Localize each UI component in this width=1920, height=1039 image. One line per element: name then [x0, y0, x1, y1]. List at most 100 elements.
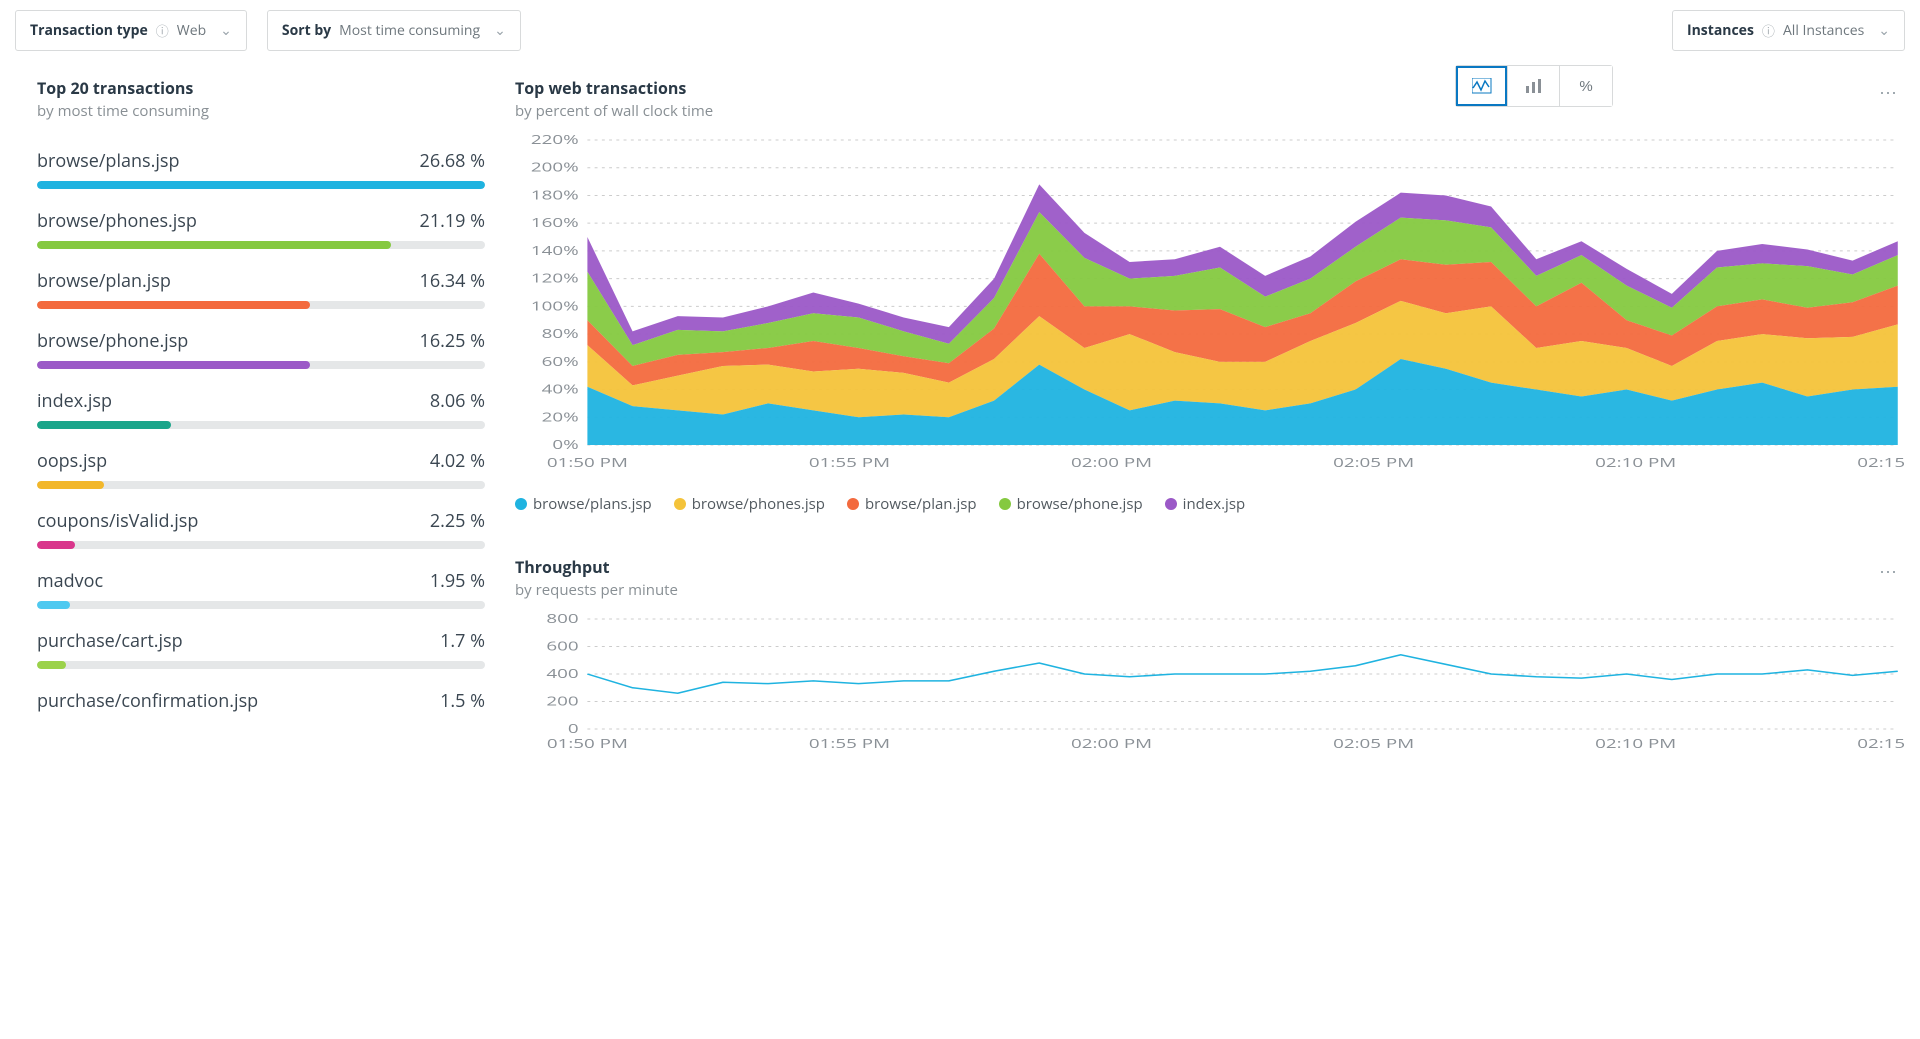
legend-item[interactable]: browse/phone.jsp — [999, 494, 1143, 514]
transaction-row[interactable]: browse/plans.jsp 26.68 % — [37, 149, 485, 189]
svg-text:40%: 40% — [542, 380, 579, 398]
throughput-title: Throughput — [515, 556, 1873, 578]
transaction-name: coupons/isValid.jsp — [37, 509, 198, 533]
transaction-bar — [37, 361, 485, 369]
transaction-percent: 4.02 % — [430, 449, 485, 473]
transaction-percent: 16.25 % — [420, 329, 485, 353]
svg-text:02:05 PM: 02:05 PM — [1333, 734, 1414, 752]
transaction-percent: 1.7 % — [440, 629, 485, 653]
legend-label: index.jsp — [1183, 494, 1246, 514]
transaction-name: purchase/confirmation.jsp — [37, 689, 258, 713]
top-web-transactions-chart: 0%20%40%60%80%100%120%140%160%180%200%22… — [515, 135, 1905, 480]
sort-by-dropdown[interactable]: Sort by Most time consuming ⌄ — [267, 10, 521, 51]
transaction-row[interactable]: oops.jsp 4.02 % — [37, 449, 485, 489]
transaction-bar — [37, 241, 485, 249]
legend-item[interactable]: browse/plans.jsp — [515, 494, 652, 514]
legend-item[interactable]: browse/plan.jsp — [847, 494, 977, 514]
legend-item[interactable]: browse/phones.jsp — [674, 494, 825, 514]
transaction-percent: 26.68 % — [420, 149, 485, 173]
transaction-name: oops.jsp — [37, 449, 107, 473]
chart-view-bar-button[interactable] — [1508, 66, 1560, 106]
chart-view-percent-button[interactable]: % — [1560, 66, 1612, 106]
svg-text:400: 400 — [546, 664, 578, 682]
svg-text:02:15 PM: 02:15 PM — [1857, 453, 1905, 471]
transaction-row[interactable]: browse/phones.jsp 21.19 % — [37, 209, 485, 249]
transaction-name: browse/plan.jsp — [37, 269, 171, 293]
bar-chart-icon — [1524, 78, 1544, 94]
throughput-chart: 020040060080001:50 PM01:55 PM02:00 PM02:… — [515, 614, 1905, 759]
percent-label: % — [1579, 78, 1592, 95]
svg-text:02:10 PM: 02:10 PM — [1595, 734, 1676, 752]
transaction-bar — [37, 601, 485, 609]
transaction-name: purchase/cart.jsp — [37, 629, 183, 653]
transaction-type-dropdown[interactable]: Transaction type ⓘ Web ⌄ — [15, 10, 247, 51]
transaction-row[interactable]: browse/plan.jsp 16.34 % — [37, 269, 485, 309]
svg-text:220%: 220% — [531, 135, 579, 148]
legend-label: browse/phone.jsp — [1017, 494, 1143, 514]
transaction-name: browse/phone.jsp — [37, 329, 188, 353]
throughput-more-button[interactable]: ⋯ — [1873, 556, 1905, 600]
instances-value: All Instances — [1783, 21, 1864, 40]
chart-view-switch: % — [1455, 65, 1613, 107]
sort-by-label: Sort by — [282, 21, 331, 40]
top-chart-title: Top web transactions — [515, 77, 1455, 99]
svg-text:100%: 100% — [531, 297, 579, 315]
transaction-bar — [37, 661, 485, 669]
transaction-row[interactable]: purchase/confirmation.jsp 1.5 % — [37, 689, 485, 713]
transaction-percent: 1.5 % — [440, 689, 485, 713]
transaction-percent: 21.19 % — [420, 209, 485, 233]
transaction-name: browse/phones.jsp — [37, 209, 197, 233]
transaction-name: browse/plans.jsp — [37, 149, 179, 173]
svg-text:800: 800 — [546, 614, 578, 627]
chart-more-button[interactable]: ⋯ — [1873, 77, 1905, 109]
svg-text:0%: 0% — [552, 435, 578, 453]
svg-text:60%: 60% — [542, 352, 579, 370]
svg-text:20%: 20% — [542, 408, 579, 426]
legend-dot-icon — [515, 498, 527, 510]
transaction-row[interactable]: index.jsp 8.06 % — [37, 389, 485, 429]
legend-item[interactable]: index.jsp — [1165, 494, 1246, 514]
svg-text:80%: 80% — [542, 324, 579, 342]
svg-text:180%: 180% — [531, 186, 579, 204]
transaction-percent: 1.95 % — [430, 569, 485, 593]
svg-text:01:55 PM: 01:55 PM — [809, 734, 890, 752]
transaction-bar — [37, 481, 485, 489]
transaction-name: index.jsp — [37, 389, 112, 413]
help-icon: ⓘ — [156, 21, 169, 40]
transaction-bar — [37, 421, 485, 429]
legend-dot-icon — [1165, 498, 1177, 510]
throughput-subtitle: by requests per minute — [515, 580, 1873, 600]
chevron-down-icon: ⌄ — [1878, 21, 1890, 40]
legend-label: browse/plan.jsp — [865, 494, 977, 514]
transaction-row[interactable]: purchase/cart.jsp 1.7 % — [37, 629, 485, 669]
legend-dot-icon — [999, 498, 1011, 510]
transaction-percent: 2.25 % — [430, 509, 485, 533]
chevron-down-icon: ⌄ — [494, 21, 506, 40]
sort-by-value: Most time consuming — [339, 21, 480, 40]
svg-text:02:00 PM: 02:00 PM — [1071, 453, 1152, 471]
svg-text:02:00 PM: 02:00 PM — [1071, 734, 1152, 752]
transaction-bar — [37, 181, 485, 189]
transaction-percent: 16.34 % — [420, 269, 485, 293]
svg-text:140%: 140% — [531, 241, 579, 259]
transaction-percent: 8.06 % — [430, 389, 485, 413]
transaction-type-label: Transaction type — [30, 21, 148, 40]
transaction-row[interactable]: browse/phone.jsp 16.25 % — [37, 329, 485, 369]
transaction-type-value: Web — [177, 21, 206, 40]
transaction-bar — [37, 301, 485, 309]
sidebar-title: Top 20 transactions — [37, 77, 485, 99]
svg-text:200%: 200% — [531, 158, 579, 176]
instances-label: Instances — [1687, 21, 1754, 40]
svg-text:02:15 PM: 02:15 PM — [1857, 734, 1905, 752]
help-icon: ⓘ — [1762, 21, 1775, 40]
svg-text:02:10 PM: 02:10 PM — [1595, 453, 1676, 471]
transaction-row[interactable]: coupons/isValid.jsp 2.25 % — [37, 509, 485, 549]
line-chart-icon — [1472, 78, 1492, 94]
instances-dropdown[interactable]: Instances ⓘ All Instances ⌄ — [1672, 10, 1905, 51]
svg-text:160%: 160% — [531, 214, 579, 232]
legend-label: browse/phones.jsp — [692, 494, 825, 514]
transaction-row[interactable]: madvoc 1.95 % — [37, 569, 485, 609]
svg-text:01:55 PM: 01:55 PM — [809, 453, 890, 471]
chevron-down-icon: ⌄ — [220, 21, 232, 40]
chart-view-line-button[interactable] — [1456, 66, 1508, 106]
